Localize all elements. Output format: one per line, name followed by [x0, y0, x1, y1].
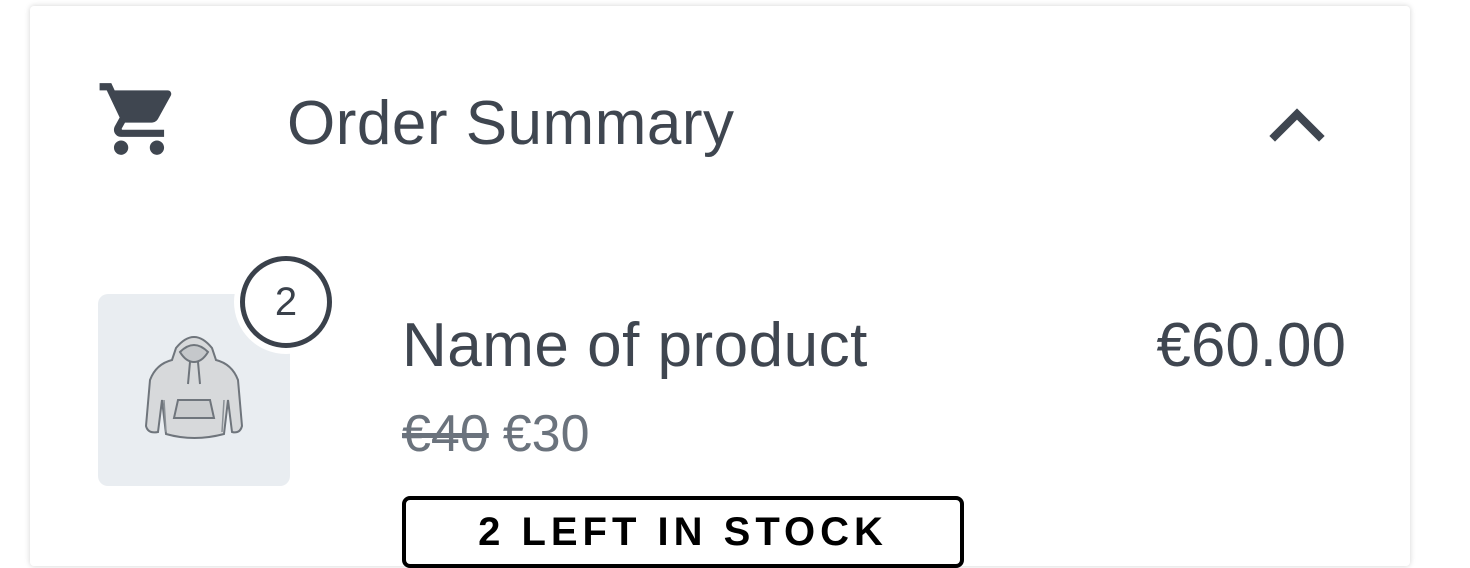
product-name: Name of product [402, 311, 868, 380]
hoodie-image [144, 336, 244, 439]
unit-price: €40 €30 [402, 402, 590, 466]
line-total-price: €60.00 [1156, 311, 1346, 380]
order-summary-title: Order Summary [287, 89, 735, 158]
order-summary-card: Order Summary 2 Name of product €60.00 €… [30, 6, 1410, 568]
original-price: €40 [402, 405, 489, 463]
shopping-cart-icon [99, 83, 172, 155]
stock-badge: 2 LEFT IN STOCK [402, 496, 964, 568]
quantity-badge: 2 [240, 256, 332, 348]
order-summary-header[interactable]: Order Summary [30, 6, 1410, 236]
sale-price: €30 [502, 405, 590, 463]
cart-line-item: 2 Name of product €60.00 €40 €30 2 LEFT I… [30, 246, 1410, 568]
chevron-up-icon[interactable] [1265, 96, 1329, 152]
